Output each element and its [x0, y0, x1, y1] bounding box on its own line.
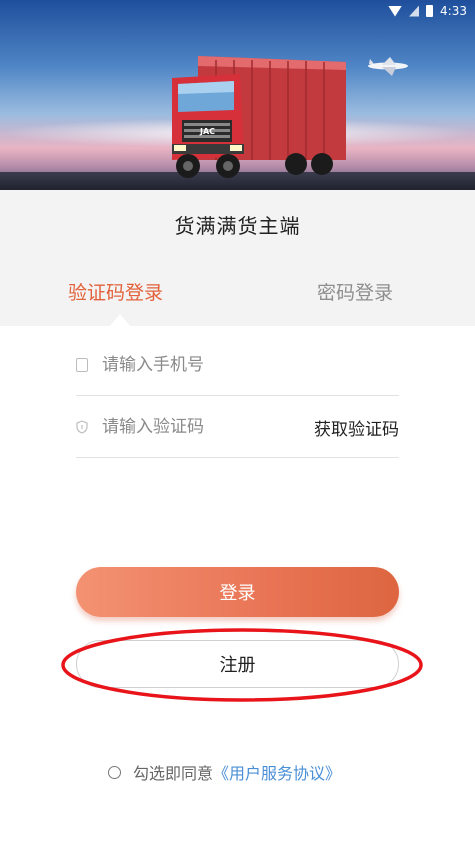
- truck-grille-badge: JAC: [199, 127, 215, 136]
- status-bar: 4:33: [388, 0, 475, 22]
- battery-icon: [426, 5, 434, 17]
- phone-field: [76, 334, 399, 396]
- airplane-image: [368, 57, 408, 76]
- phone-input[interactable]: [102, 348, 312, 382]
- get-code-button[interactable]: 获取验证码: [314, 415, 399, 440]
- service-agreement-link[interactable]: 《用户服务协议》: [213, 760, 341, 784]
- signal-icon: [409, 5, 420, 17]
- app-title: 货满满货主端: [174, 213, 301, 238]
- agreement-text: 勾选即同意: [133, 764, 214, 783]
- register-button[interactable]: 注册: [76, 640, 399, 688]
- login-screen: JAC 4:33 货满满货主端 验证码登录 密码登录 请输入手机号 请输入验证码…: [0, 0, 475, 846]
- login-tabs: 验证码登录 密码登录: [0, 258, 475, 326]
- shield-icon: [76, 420, 88, 434]
- code-field: 获取验证码: [76, 396, 399, 458]
- app-title-bar: 货满满货主端: [0, 190, 475, 258]
- wifi-icon: [388, 5, 403, 17]
- active-tab-indicator: [110, 314, 130, 326]
- status-time: 4:33: [440, 4, 467, 18]
- hero-banner: JAC 4:33: [0, 0, 475, 190]
- verification-code-input[interactable]: [102, 410, 312, 444]
- phone-icon: [76, 358, 88, 372]
- agreement-row: 勾选即同意 《用户服务协议》: [108, 760, 341, 784]
- agreement-checkbox[interactable]: [108, 765, 121, 779]
- truck-image: JAC: [172, 56, 346, 178]
- login-button[interactable]: 登录: [76, 567, 399, 617]
- tab-password-login[interactable]: 密码登录: [317, 258, 393, 326]
